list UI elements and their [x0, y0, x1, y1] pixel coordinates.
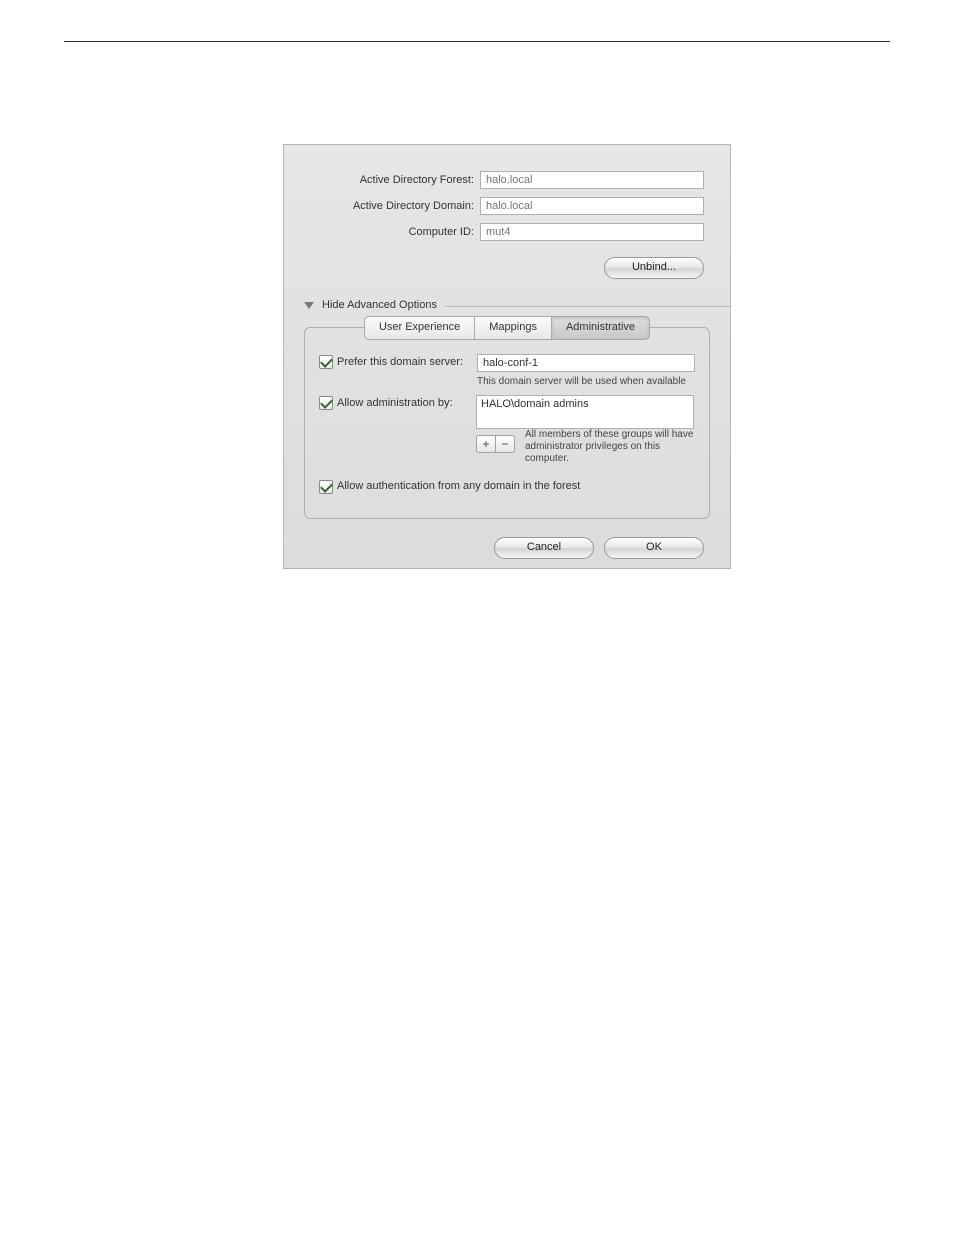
- tab-administrative[interactable]: Administrative: [552, 316, 650, 340]
- add-group-button[interactable]: +: [477, 436, 495, 452]
- add-remove-group: + −: [476, 435, 515, 453]
- unbind-button[interactable]: Unbind...: [604, 257, 704, 279]
- domain-label: Active Directory Domain:: [284, 200, 480, 212]
- computer-id-input[interactable]: [480, 223, 704, 241]
- admin-groups-list[interactable]: HALO\domain admins: [476, 395, 694, 429]
- allow-auth-label: Allow authentication from any domain in …: [337, 480, 580, 492]
- allow-auth-row: Allow authentication from any domain in …: [319, 479, 695, 493]
- allow-admin-row: Allow administration by: HALO\domain adm…: [319, 395, 695, 465]
- tabbar: User Experience Mappings Administrative: [305, 316, 709, 340]
- form-rows: Active Directory Forest: Active Director…: [284, 167, 730, 245]
- tab-mappings[interactable]: Mappings: [475, 316, 552, 340]
- disclosure-line: [445, 306, 730, 307]
- groups-note: All members of these groups will have ad…: [525, 429, 695, 465]
- page-top-rule: [64, 41, 890, 42]
- admin-group-item[interactable]: HALO\domain admins: [481, 398, 689, 410]
- forest-input[interactable]: [480, 171, 704, 189]
- ad-bind-dialog: Active Directory Forest: Active Director…: [283, 144, 731, 569]
- tab-user-experience[interactable]: User Experience: [364, 316, 475, 340]
- allow-admin-label: Allow administration by:: [337, 395, 476, 409]
- unbind-row: Unbind...: [284, 257, 730, 279]
- disclosure-triangle-icon: [304, 302, 314, 309]
- computer-id-row: Computer ID:: [284, 219, 730, 245]
- domain-input[interactable]: [480, 197, 704, 215]
- prefer-server-input[interactable]: [477, 354, 695, 372]
- ok-button[interactable]: OK: [604, 537, 704, 559]
- prefer-server-row: Prefer this domain server: This domain s…: [319, 354, 695, 387]
- cancel-button[interactable]: Cancel: [494, 537, 594, 559]
- prefer-server-checkbox[interactable]: [319, 355, 333, 369]
- advanced-options-pane: User Experience Mappings Administrative …: [304, 327, 710, 519]
- forest-label: Active Directory Forest:: [284, 174, 480, 186]
- allow-admin-checkbox[interactable]: [319, 396, 333, 410]
- dialog-buttons: Cancel OK: [284, 537, 730, 559]
- domain-row: Active Directory Domain:: [284, 193, 730, 219]
- computer-id-label: Computer ID:: [284, 226, 480, 238]
- forest-row: Active Directory Forest:: [284, 167, 730, 193]
- prefer-server-label: Prefer this domain server:: [337, 354, 477, 368]
- remove-group-button[interactable]: −: [495, 436, 514, 452]
- allow-auth-checkbox[interactable]: [319, 480, 333, 494]
- prefer-server-hint: This domain server will be used when ava…: [477, 376, 695, 387]
- disclosure-label: Hide Advanced Options: [322, 299, 437, 311]
- advanced-options-disclosure[interactable]: Hide Advanced Options: [284, 299, 730, 311]
